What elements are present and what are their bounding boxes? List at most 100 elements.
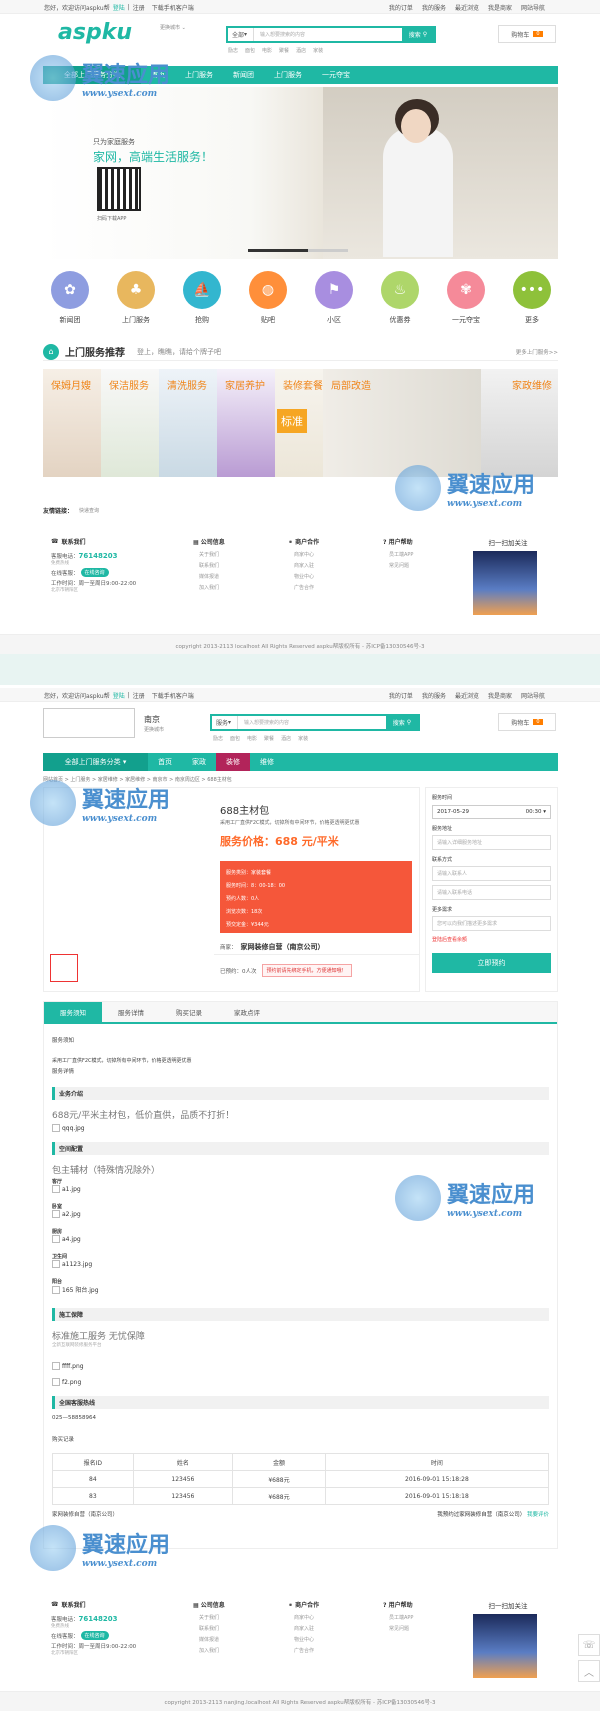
top-link-sitemap[interactable]: 网站导航 <box>521 3 545 12</box>
hotword[interactable]: 面包 <box>245 47 255 54</box>
login-balance-hint[interactable]: 登陆后查看余额 <box>432 936 551 943</box>
recommend-tile[interactable]: 装修套餐 标准 <box>275 369 323 477</box>
contact-name-input[interactable]: 请输入联系人 <box>432 866 551 881</box>
tab-records[interactable]: 购买记录 <box>160 1002 218 1022</box>
more-needs-input[interactable]: 您可以向我们描述更多需求 <box>432 916 551 931</box>
nav-repair[interactable]: 维修 <box>250 753 284 771</box>
site-logo-placeholder[interactable] <box>43 708 135 738</box>
cart-button[interactable]: 购物车 0 <box>498 713 556 731</box>
register-link[interactable]: 注册 <box>133 691 145 700</box>
recommend-tile[interactable]: 保洁服务 <box>101 369 159 477</box>
online-chat-button[interactable]: 在线咨询 <box>80 1631 109 1640</box>
category-item[interactable]: ⛵ 抢购 <box>183 271 221 325</box>
login-link[interactable]: 登陆 <box>113 691 125 700</box>
register-link[interactable]: 注册 <box>133 3 145 12</box>
watermark: 翼速应用 www.ysext.com <box>30 1525 170 1571</box>
copyright-bar: copyright 2013-2113 localhost All Rights… <box>0 634 600 654</box>
product-desc: 采用工厂直供F2C模式，切掉所有中间环节，价格更透明更优惠 <box>220 820 360 826</box>
book-now-button[interactable]: 立即预约 <box>432 953 551 973</box>
recommend-tile[interactable]: 家居养护 <box>217 369 275 477</box>
slider-indicator[interactable] <box>308 249 348 252</box>
copyright-bar-2: copyright 2013-2113 nanjing.localhost Al… <box>0 1691 600 1711</box>
table-row: 84 123456 ¥688元 2016-09-01 15:18:28 <box>52 1470 550 1488</box>
recommend-icon: ⌂ <box>43 343 59 360</box>
category-item[interactable]: ✾ 一元夺宝 <box>447 271 485 325</box>
nav-home-service[interactable]: 上门服务 <box>264 66 312 84</box>
cart-button[interactable]: 购物车 0 <box>498 25 556 43</box>
search-button[interactable]: 搜索 ⚲ <box>402 28 434 41</box>
contact-block: ☎ 联系我们 客服电话：76148203 免费热线 在线客服： 在线咨询 工作时间：… <box>51 1601 137 1656</box>
hotword[interactable]: 酒店 <box>296 47 306 54</box>
top-link-recent[interactable]: 最近浏览 <box>455 3 479 12</box>
lottery-icon: ✾ <box>447 271 485 309</box>
nav-home[interactable]: 首页 <box>148 753 182 771</box>
tab-notice[interactable]: 服务须知 <box>44 1002 102 1022</box>
nav-decoration[interactable]: 装修 <box>216 753 250 771</box>
booking-row: 已预约：0人次 预约前请先绑定手机，方便通知哦！ <box>220 964 352 977</box>
category-item[interactable]: ◍ 贴吧 <box>249 271 287 325</box>
search-button[interactable]: 搜索 ⚲ <box>386 716 418 729</box>
customer-service-icon[interactable]: ☏ <box>578 1634 600 1656</box>
section-space: 空间配置 <box>52 1142 549 1155</box>
tab-reviews[interactable]: 家政点评 <box>218 1002 276 1022</box>
tab-details[interactable]: 服务详情 <box>102 1002 160 1022</box>
service-time-select[interactable]: 2017-05-29 00:30 ▾ <box>432 805 551 819</box>
nav-service[interactable]: 上门服务 <box>175 66 223 84</box>
back-to-top-icon[interactable]: ︿ <box>578 1660 600 1682</box>
nav-housekeeping[interactable]: 家政 <box>182 753 216 771</box>
nav-all-categories[interactable]: 全部上门服务分类 ▾ <box>43 753 148 771</box>
nav-lottery[interactable]: 一元夺宝 <box>312 66 360 84</box>
top-links: 我的订单 我的服务 最近浏览 我是商家 网站导航 <box>389 3 545 12</box>
slider-indicator-active[interactable] <box>248 249 308 252</box>
hotword[interactable]: 励志 <box>228 47 238 54</box>
hotline-number: 025—58858964 <box>52 1415 96 1421</box>
app-download-link[interactable]: 下载手机客户端 <box>152 3 194 12</box>
online-chat-button[interactable]: 在线咨询 <box>80 568 109 577</box>
address-input[interactable]: 请输入详细服务地址 <box>432 835 551 850</box>
scan-block: 扫一扫加关注 <box>473 1600 543 1678</box>
category-item[interactable]: ♣ 上门服务 <box>117 271 155 325</box>
app-download-link[interactable]: 下载手机客户端 <box>152 691 194 700</box>
bind-phone-notice[interactable]: 预约前请先绑定手机，方便通知哦！ <box>261 964 352 977</box>
woman-figure <box>383 127 453 257</box>
write-review-link[interactable]: 我要评价 <box>527 1512 549 1518</box>
site-logo[interactable]: aspku <box>58 20 132 45</box>
hotword[interactable]: 家装 <box>313 47 323 54</box>
recommend-tile[interactable]: 家政维修 <box>481 369 558 477</box>
product-info-box: 服务类别：家装套餐 服务时间：8：00-18：00 预约人数：0人 浏览次数：1… <box>220 861 412 933</box>
section-guarantee: 施工保障 <box>52 1308 549 1321</box>
phone-icon: ☎ <box>51 1601 59 1608</box>
search-scope-select[interactable]: 服务 ▾ <box>212 716 238 729</box>
city-switch[interactable]: 更换城市 ⌄ <box>160 24 186 31</box>
contact-phone-input[interactable]: 请输入联系电话 <box>432 885 551 900</box>
friend-link[interactable]: 快递查询 <box>79 507 99 514</box>
top-link-merchant[interactable]: 我是商家 <box>488 3 512 12</box>
recommend-tile[interactable]: 清洗服务 <box>159 369 217 477</box>
recommend-tile[interactable]: 保姆月嫂 <box>43 369 101 477</box>
section-business: 业务介绍 <box>52 1087 549 1100</box>
recommend-tile[interactable]: 局部改造 <box>323 369 481 477</box>
city-switch[interactable]: 更换城市 <box>144 726 164 733</box>
top-links: 我的订单 我的服务 最近浏览 我是商家 网站导航 <box>388 693 545 700</box>
search-bar: 全部 ▾ 输入想要搜索的内容 搜索 ⚲ <box>226 26 436 43</box>
shop-name[interactable]: 家网装修自营（南京公司） <box>241 942 325 952</box>
hero-banner[interactable]: 只为家庭服务 家网，高端生活服务！ 扫码下载APP <box>43 87 558 259</box>
category-item[interactable]: ✿ 新闻团 <box>51 271 89 325</box>
login-link[interactable]: 登陆 <box>113 3 125 12</box>
nav-group[interactable]: 新闻团 <box>223 66 264 84</box>
hotword[interactable]: 聚餐 <box>279 47 289 54</box>
category-item[interactable]: ♨ 优惠券 <box>381 271 419 325</box>
hotword[interactable]: 电影 <box>262 47 272 54</box>
search-scope-select[interactable]: 全部 ▾ <box>228 28 254 41</box>
top-link-orders[interactable]: 我的订单 <box>389 3 413 12</box>
image-placeholder: f2.png <box>52 1378 549 1386</box>
watermark-logo-icon <box>395 1175 441 1221</box>
search-input[interactable]: 输入想要搜索的内容 <box>238 719 386 726</box>
search-input[interactable]: 输入想要搜索的内容 <box>254 31 402 38</box>
more-services-link[interactable]: 更多上门服务>> <box>516 348 558 356</box>
category-item[interactable]: ••• 更多 <box>513 271 551 325</box>
category-item[interactable]: ⚑ 小区 <box>315 271 353 325</box>
building-icon: ▦ <box>193 539 201 546</box>
product-thumbnail[interactable] <box>50 954 78 982</box>
top-link-services[interactable]: 我的服务 <box>422 3 446 12</box>
